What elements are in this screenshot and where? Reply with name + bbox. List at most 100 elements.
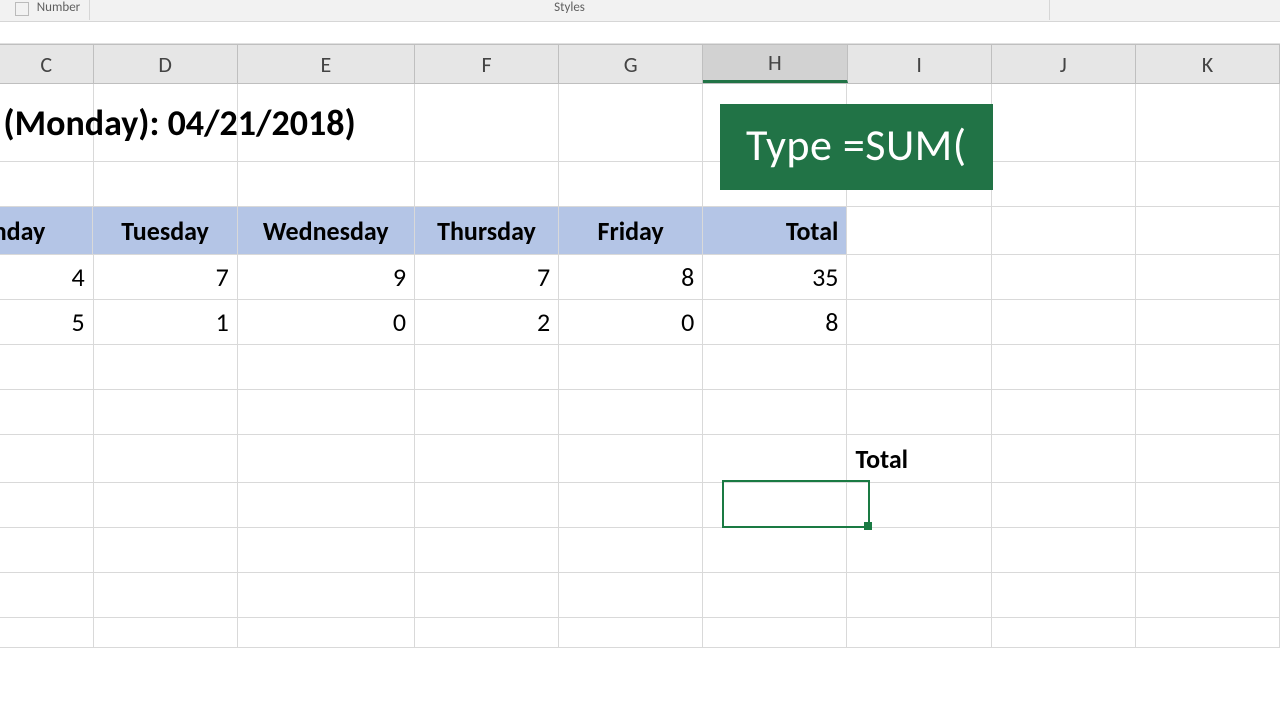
cell[interactable] xyxy=(847,255,991,300)
col-header-D[interactable]: D xyxy=(94,45,238,83)
cell[interactable] xyxy=(847,618,991,648)
cell[interactable] xyxy=(94,483,238,528)
cell[interactable] xyxy=(1136,345,1280,390)
cell[interactable] xyxy=(238,390,415,435)
cell[interactable] xyxy=(94,162,238,207)
cell[interactable] xyxy=(559,84,703,162)
col-header-E[interactable]: E xyxy=(238,45,415,83)
col-header-F[interactable]: F xyxy=(415,45,559,83)
dialog-launcher-icon[interactable] xyxy=(15,2,29,16)
col-header-J[interactable]: J xyxy=(992,45,1136,83)
cell[interactable] xyxy=(992,435,1136,483)
cell[interactable] xyxy=(703,618,847,648)
cell[interactable] xyxy=(415,483,559,528)
cell-F-r2[interactable]: 2 xyxy=(415,300,559,345)
cell[interactable] xyxy=(94,528,238,573)
cell[interactable] xyxy=(238,573,415,618)
cell[interactable] xyxy=(559,345,703,390)
cell[interactable] xyxy=(559,483,703,528)
formula-bar-area[interactable] xyxy=(0,22,1280,44)
cell[interactable] xyxy=(1136,390,1280,435)
cell[interactable] xyxy=(992,483,1136,528)
cell[interactable] xyxy=(415,84,559,162)
cell[interactable] xyxy=(415,618,559,648)
cell[interactable] xyxy=(992,162,1136,207)
cell[interactable] xyxy=(415,162,559,207)
cell[interactable] xyxy=(0,345,94,390)
cell-F-r1[interactable]: 7 xyxy=(415,255,559,300)
cell[interactable] xyxy=(1136,618,1280,648)
cell[interactable] xyxy=(0,435,94,483)
title-cell[interactable]: (Start of Week (Monday): 04/21/2018) xyxy=(0,84,94,162)
cell-C-r2[interactable]: 5 xyxy=(0,300,94,345)
cell[interactable] xyxy=(847,483,991,528)
cell-E-r2[interactable]: 0 xyxy=(238,300,415,345)
cell[interactable] xyxy=(238,345,415,390)
cell[interactable] xyxy=(992,207,1136,255)
cell[interactable] xyxy=(847,390,991,435)
cell[interactable] xyxy=(1136,435,1280,483)
cell[interactable] xyxy=(0,483,94,528)
col-header-C[interactable]: C xyxy=(0,45,94,83)
cell[interactable] xyxy=(1136,255,1280,300)
cell[interactable] xyxy=(1136,207,1280,255)
cell[interactable] xyxy=(992,573,1136,618)
grid[interactable]: (Start of Week (Monday): 04/21/2018) xyxy=(0,84,1280,648)
cell[interactable] xyxy=(992,618,1136,648)
cell[interactable] xyxy=(1136,300,1280,345)
cell[interactable] xyxy=(703,573,847,618)
cell[interactable] xyxy=(703,483,847,528)
total-label-cell[interactable]: Total xyxy=(847,435,991,483)
cell[interactable] xyxy=(847,207,991,255)
cell[interactable] xyxy=(94,390,238,435)
cell[interactable] xyxy=(992,255,1136,300)
cell[interactable] xyxy=(992,528,1136,573)
ribbon-group-number[interactable]: Number xyxy=(0,0,90,20)
cell-H-r1[interactable]: 35 xyxy=(703,255,847,300)
cell[interactable] xyxy=(0,618,94,648)
cell-D-r2[interactable]: 1 xyxy=(94,300,238,345)
cell[interactable] xyxy=(703,345,847,390)
cell[interactable] xyxy=(559,435,703,483)
cell[interactable] xyxy=(0,390,94,435)
cell[interactable] xyxy=(94,345,238,390)
cell[interactable] xyxy=(992,300,1136,345)
cell[interactable] xyxy=(703,528,847,573)
cell[interactable] xyxy=(238,435,415,483)
cell-G-r1[interactable]: 8 xyxy=(559,255,703,300)
cell[interactable] xyxy=(992,390,1136,435)
cell[interactable] xyxy=(847,345,991,390)
cell[interactable] xyxy=(415,345,559,390)
cell-E-r1[interactable]: 9 xyxy=(238,255,415,300)
cell[interactable] xyxy=(238,162,415,207)
cell-C-r1[interactable]: 4 xyxy=(0,255,94,300)
cell[interactable] xyxy=(559,390,703,435)
col-header-K[interactable]: K xyxy=(1136,45,1280,83)
cell[interactable] xyxy=(0,162,94,207)
cell[interactable] xyxy=(847,300,991,345)
cell[interactable] xyxy=(559,162,703,207)
cell-H-r2[interactable]: 8 xyxy=(703,300,847,345)
cell[interactable] xyxy=(94,435,238,483)
cell[interactable] xyxy=(1136,528,1280,573)
ribbon-group-styles[interactable]: Styles xyxy=(90,0,1050,20)
cell[interactable] xyxy=(415,573,559,618)
cell-D-r1[interactable]: 7 xyxy=(94,255,238,300)
col-header-I[interactable]: I xyxy=(848,45,992,83)
cell[interactable] xyxy=(238,618,415,648)
active-cell-H[interactable] xyxy=(703,435,847,483)
cell[interactable] xyxy=(847,573,991,618)
cell[interactable] xyxy=(415,435,559,483)
cell[interactable] xyxy=(94,618,238,648)
cell[interactable] xyxy=(847,528,991,573)
cell[interactable] xyxy=(559,528,703,573)
cell[interactable] xyxy=(415,390,559,435)
cell[interactable] xyxy=(1136,162,1280,207)
cell[interactable] xyxy=(1136,573,1280,618)
cell[interactable] xyxy=(0,528,94,573)
cell[interactable] xyxy=(559,573,703,618)
header-tuesday[interactable]: Tuesday xyxy=(93,207,237,255)
cell[interactable] xyxy=(1136,483,1280,528)
header-total[interactable]: Total xyxy=(703,207,847,255)
col-header-H[interactable]: H xyxy=(703,45,847,83)
